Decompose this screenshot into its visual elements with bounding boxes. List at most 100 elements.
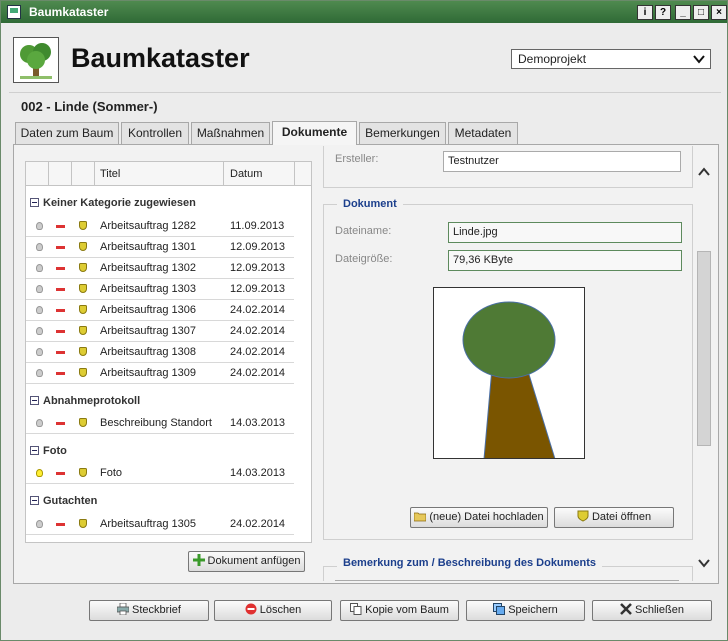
lightbulb-icon[interactable]	[36, 419, 43, 427]
collapse-icon[interactable]	[30, 496, 39, 505]
info-button[interactable]: i	[637, 5, 653, 20]
collapse-icon[interactable]	[30, 198, 39, 207]
help-button[interactable]: ?	[655, 5, 671, 20]
details-scrollbar[interactable]	[695, 151, 713, 581]
lightbulb-icon[interactable]	[36, 369, 43, 377]
open-document-icon[interactable]	[79, 368, 87, 377]
list-item[interactable]: Arbeitsauftrag 1308 24.02.2014	[26, 342, 294, 363]
lightbulb-icon[interactable]	[36, 348, 43, 356]
delete-icon[interactable]	[56, 288, 65, 291]
save-button[interactable]: Speichern	[466, 600, 585, 621]
item-date: 24.02.2014	[230, 346, 286, 358]
lightbulb-icon[interactable]	[36, 520, 43, 528]
document-list[interactable]: Titel Datum Keiner Kategorie zugewiesen …	[25, 161, 312, 543]
column-separator	[48, 162, 49, 186]
lightbulb-icon[interactable]	[36, 243, 43, 251]
lightbulb-icon[interactable]	[36, 285, 43, 293]
lightbulb-icon[interactable]	[36, 264, 43, 272]
maximize-button[interactable]: □	[693, 5, 709, 20]
category-header[interactable]: Keiner Kategorie zugewiesen	[30, 197, 196, 209]
open-document-icon[interactable]	[79, 263, 87, 272]
item-date: 14.03.2013	[230, 417, 286, 429]
delete-icon[interactable]	[56, 330, 65, 333]
open-document-icon[interactable]	[79, 418, 87, 427]
delete-icon[interactable]	[56, 422, 65, 425]
delete-icon[interactable]	[56, 351, 65, 354]
delete-icon[interactable]	[56, 372, 65, 375]
list-item[interactable]: Arbeitsauftrag 1306 24.02.2014	[26, 300, 294, 321]
tab-bemerkungen[interactable]: Bemerkungen	[359, 122, 446, 144]
item-date: 11.09.2013	[230, 220, 285, 232]
category-name: Foto	[43, 445, 67, 457]
tab-daten-zum-baum[interactable]: Daten zum Baum	[15, 122, 119, 144]
upload-file-button[interactable]: (neue) Datei hochladen	[410, 507, 548, 528]
scroll-down-icon[interactable]	[696, 556, 712, 572]
lightbulb-icon[interactable]	[36, 469, 43, 477]
creator-field: Testnutzer	[443, 151, 681, 172]
list-item[interactable]: Arbeitsauftrag 1305 24.02.2014	[26, 514, 294, 535]
filesize-field[interactable]: 79,36 KByte	[448, 250, 682, 271]
tab-dokumente[interactable]: Dokumente	[272, 121, 357, 145]
window-app-icon	[7, 5, 21, 19]
delete-icon[interactable]	[56, 523, 65, 526]
delete-icon[interactable]	[56, 225, 65, 228]
steckbrief-button[interactable]: Steckbrief	[89, 600, 209, 621]
delete-icon[interactable]	[56, 472, 65, 475]
list-item[interactable]: Arbeitsauftrag 1307 24.02.2014	[26, 321, 294, 342]
category-header[interactable]: Foto	[30, 445, 67, 457]
open-document-icon[interactable]	[79, 242, 87, 251]
printer-icon	[117, 603, 130, 615]
copy-tree-button[interactable]: Kopie vom Baum	[340, 600, 459, 621]
title-bar[interactable]: Baumkataster i ? _ □ ×	[1, 1, 727, 23]
item-date: 12.09.2013	[230, 283, 286, 295]
item-title: Arbeitsauftrag 1308	[100, 346, 197, 358]
add-document-button[interactable]: Dokument anfügen	[188, 551, 305, 572]
item-date: 24.02.2014	[230, 325, 286, 337]
open-document-icon[interactable]	[79, 326, 87, 335]
list-item[interactable]: Arbeitsauftrag 1302 12.09.2013	[26, 258, 294, 279]
delete-icon[interactable]	[56, 267, 65, 270]
open-document-icon[interactable]	[79, 468, 87, 477]
open-file-button[interactable]: Datei öffnen	[554, 507, 674, 528]
open-document-icon[interactable]	[79, 221, 87, 230]
lightbulb-icon[interactable]	[36, 306, 43, 314]
list-item[interactable]: Arbeitsauftrag 1309 24.02.2014	[26, 363, 294, 384]
minimize-button[interactable]: _	[675, 5, 691, 20]
column-header-date[interactable]: Datum	[230, 168, 262, 180]
list-item[interactable]: Beschreibung Standort 14.03.2013	[26, 413, 294, 434]
remark-legend: Bemerkung zum / Beschreibung des Dokumen…	[337, 557, 603, 569]
column-header-title[interactable]: Titel	[100, 168, 120, 180]
open-document-icon[interactable]	[79, 284, 87, 293]
filename-field[interactable]: Linde.jpg	[448, 222, 682, 243]
tab-massnahmen[interactable]: Maßnahmen	[191, 122, 270, 144]
delete-icon[interactable]	[56, 309, 65, 312]
scroll-up-icon[interactable]	[696, 165, 712, 181]
list-item[interactable]: Foto 14.03.2013	[26, 463, 294, 484]
close-window-button[interactable]: ×	[711, 5, 727, 20]
category-header[interactable]: Abnahmeprotokoll	[30, 395, 140, 407]
list-item[interactable]: Arbeitsauftrag 1282 11.09.2013	[26, 216, 294, 237]
document-preview-image[interactable]	[433, 287, 585, 460]
list-item[interactable]: Arbeitsauftrag 1301 12.09.2013	[26, 237, 294, 258]
delete-icon[interactable]	[56, 246, 65, 249]
open-document-icon[interactable]	[79, 347, 87, 356]
tree-logo-icon	[13, 37, 59, 83]
collapse-icon[interactable]	[30, 396, 39, 405]
project-select[interactable]: Demoprojekt	[511, 49, 711, 69]
list-item[interactable]: Arbeitsauftrag 1303 12.09.2013	[26, 279, 294, 300]
open-document-icon[interactable]	[79, 519, 87, 528]
close-button[interactable]: Schließen	[592, 600, 712, 621]
category-header[interactable]: Gutachten	[30, 495, 97, 507]
filename-label: Dateiname:	[335, 225, 392, 237]
lightbulb-icon[interactable]	[36, 327, 43, 335]
tab-kontrollen[interactable]: Kontrollen	[121, 122, 189, 144]
collapse-icon[interactable]	[30, 446, 39, 455]
remark-textarea[interactable]	[335, 580, 679, 581]
column-separator	[294, 162, 295, 186]
lightbulb-icon[interactable]	[36, 222, 43, 230]
tab-metadaten[interactable]: Metadaten	[448, 122, 518, 144]
delete-button[interactable]: Löschen	[214, 600, 332, 621]
open-document-icon[interactable]	[79, 305, 87, 314]
plus-icon	[192, 554, 205, 566]
scrollbar-thumb[interactable]	[697, 251, 711, 446]
